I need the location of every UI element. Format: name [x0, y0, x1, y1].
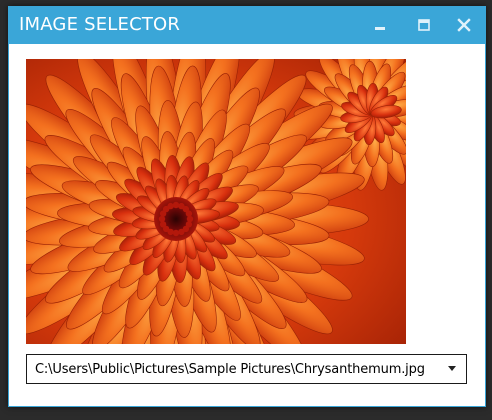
selected-path-text: C:\Users\Public\Pictures\Sample Pictures… — [35, 362, 425, 377]
image-path-dropdown[interactable]: C:\Users\Public\Pictures\Sample Pictures… — [26, 354, 467, 384]
maximize-button[interactable] — [414, 15, 434, 35]
chevron-down-icon[interactable] — [448, 366, 456, 371]
close-icon — [457, 18, 471, 32]
preview-image — [26, 59, 406, 344]
title-bar[interactable]: IMAGE SELECTOR — [9, 7, 485, 44]
image-selector-window: IMAGE SELECTOR C:\Users\Public\Pictures\… — [8, 6, 486, 407]
window-title: IMAGE SELECTOR — [19, 14, 181, 35]
minimize-button[interactable] — [370, 15, 390, 35]
chrysanthemum-image — [26, 59, 406, 344]
minimize-icon — [375, 27, 385, 30]
maximize-icon — [418, 19, 430, 31]
close-button[interactable] — [454, 15, 474, 35]
